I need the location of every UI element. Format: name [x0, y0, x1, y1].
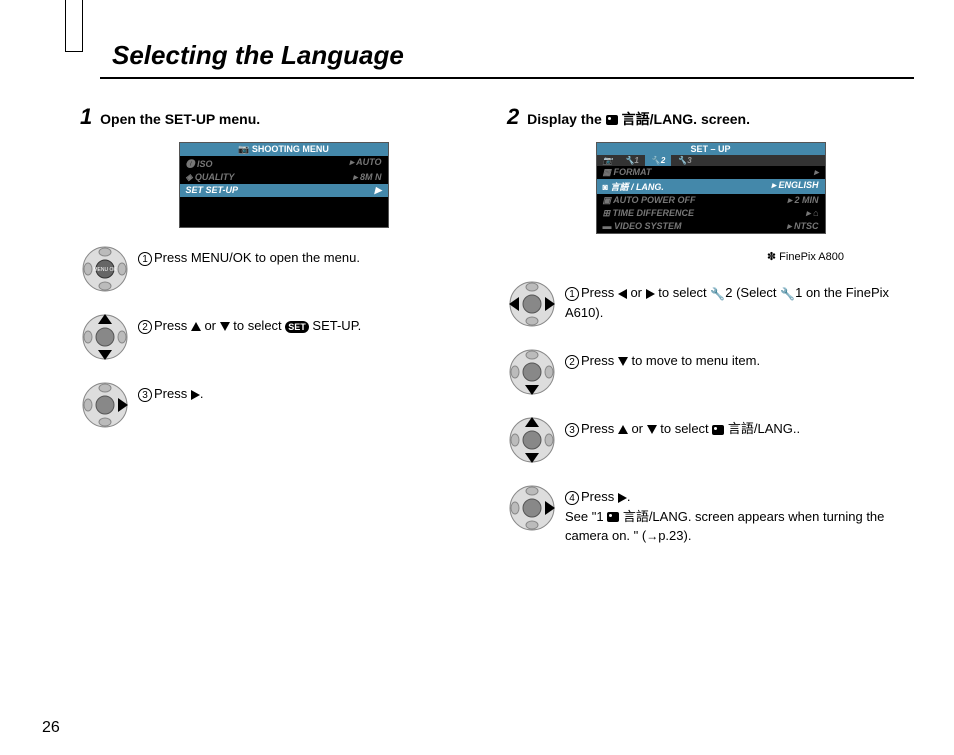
step-1-heading: 1 Open the SET-UP menu. — [80, 104, 487, 130]
wrench-icon: 🔧 — [780, 285, 795, 303]
dpad-icon — [80, 380, 130, 430]
left-icon — [618, 289, 627, 299]
dpad-icon — [507, 415, 557, 465]
lcd-title: 📷 SHOOTING MENU — [180, 143, 388, 156]
up-icon — [191, 322, 201, 331]
circled-1: 1 — [565, 287, 579, 301]
substep-2-2: 2Press to move to menu item. — [507, 347, 914, 397]
step-2-heading: 2 Display the 言語/LANG. screen. — [507, 104, 914, 130]
substep-text: Press MENU/OK to open the menu. — [154, 250, 360, 265]
substep-2-1: 1Press or to select 🔧2 (Select 🔧1 on the… — [507, 279, 914, 329]
lcd-row-setup: SET SET-UP▶ — [180, 184, 388, 197]
dpad-icon — [507, 347, 557, 397]
down-icon — [647, 425, 657, 434]
dpad-icon — [507, 483, 557, 533]
down-icon — [220, 322, 230, 331]
title-block: Selecting the Language — [100, 20, 914, 79]
dpad-icon — [507, 279, 557, 329]
substep-2-4: 4Press . See "1 言語/LANG. screen appears … — [507, 483, 914, 546]
lcd-shooting-menu: 📷 SHOOTING MENU 🅘 ISO▸ AUTO ◈ QUALITY▸ 8… — [179, 142, 389, 228]
right-icon — [646, 289, 655, 299]
lcd-row-format: ▦ FORMAT▸ — [597, 166, 825, 179]
svg-text:MENU OK: MENU OK — [93, 267, 117, 273]
lcd-title: SET – UP — [597, 143, 825, 155]
up-icon — [618, 425, 628, 434]
lang-icon — [712, 425, 724, 435]
step-1-title: Open the SET-UP menu. — [100, 111, 260, 127]
right-icon — [618, 493, 627, 503]
lang-icon — [607, 512, 619, 522]
right-icon — [191, 390, 200, 400]
circled-3: 3 — [565, 423, 579, 437]
lcd-footnote: ✽ FinePix A800 — [507, 250, 844, 263]
dpad-icon — [80, 312, 130, 362]
page-number: 26 — [42, 719, 60, 737]
side-tab — [65, 0, 83, 52]
lcd-row-timediff: ⊞ TIME DIFFERENCE▸ ⌂ — [597, 207, 825, 220]
lcd-row-autopower: ▣ AUTO POWER OFF▸ 2 MIN — [597, 194, 825, 207]
lcd-setup-menu: SET – UP 📷🔧1🔧2🔧3 ▦ FORMAT▸ ◙ 言語 / LANG.▸… — [596, 142, 826, 234]
circled-2: 2 — [138, 320, 152, 334]
circled-1: 1 — [138, 252, 152, 266]
circled-3: 3 — [138, 388, 152, 402]
step-1-column: 1 Open the SET-UP menu. 📷 SHOOTING MENU … — [80, 104, 487, 564]
substep-2-3: 3Press or to select 言語/LANG.. — [507, 415, 914, 465]
substep-1-1: MENU OK 1Press MENU/OK to open the menu. — [80, 244, 487, 294]
circled-4: 4 — [565, 491, 579, 505]
lcd-tabs: 📷🔧1🔧2🔧3 — [597, 155, 825, 166]
substep-1-3: 3Press . — [80, 380, 487, 430]
step-number-2: 2 — [507, 104, 519, 129]
lang-icon — [606, 115, 618, 125]
step-2-column: 2 Display the 言語/LANG. screen. SET – UP … — [507, 104, 914, 564]
lcd-row-iso: 🅘 ISO▸ AUTO — [180, 156, 388, 171]
wrench-icon: 🔧 — [710, 285, 725, 303]
circled-2: 2 — [565, 355, 579, 369]
lcd-row-video: ▬ VIDEO SYSTEM▸ NTSC — [597, 220, 825, 233]
dpad-icon: MENU OK — [80, 244, 130, 294]
lcd-row-quality: ◈ QUALITY▸ 8M N — [180, 171, 388, 184]
arrow-right-icon: → — [646, 527, 658, 545]
down-icon — [618, 357, 628, 366]
set-pill-icon: SET — [285, 321, 309, 333]
lcd-row-lang: ◙ 言語 / LANG.▸ ENGLISH — [597, 179, 825, 194]
page-title: Selecting the Language — [112, 20, 914, 71]
substep-1-2: 2Press or to select SET SET-UP. — [80, 312, 487, 362]
step-number-1: 1 — [80, 104, 92, 129]
